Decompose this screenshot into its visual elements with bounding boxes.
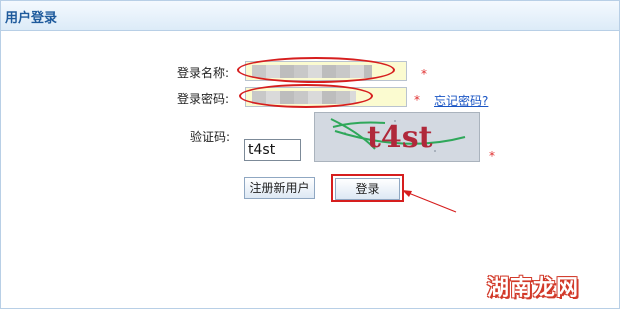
password-required-mark: * (414, 93, 420, 107)
register-button[interactable]: 注册新用户 (244, 177, 315, 199)
login-button[interactable]: 登录 (335, 178, 400, 200)
watermark-logo: 湖南龙网 (487, 276, 580, 301)
panel-title: 用户登录 (5, 11, 58, 26)
username-annotation-ellipse (237, 57, 395, 83)
captcha-image[interactable]: t4st (314, 112, 480, 162)
captcha-image-text: t4st (367, 120, 433, 155)
captcha-label: 验证码: (190, 130, 231, 144)
captcha-required-mark: * (489, 149, 495, 163)
captcha-input[interactable]: t4st (244, 139, 301, 161)
username-required-mark: * (421, 67, 427, 81)
login-panel: 用户登录 登录名称: * 登录密码: * 忘记密码? 验证码: t4st t4s… (0, 0, 620, 309)
captcha-image-graphic: t4st (315, 113, 479, 161)
forgot-password-link[interactable]: 忘记密码? (434, 92, 488, 109)
username-label: 登录名称: (177, 66, 230, 80)
panel-title-bar: 用户登录 (1, 1, 619, 31)
password-annotation-ellipse (239, 84, 373, 108)
password-label: 登录密码: (177, 92, 230, 106)
annotation-arrow (402, 190, 457, 213)
